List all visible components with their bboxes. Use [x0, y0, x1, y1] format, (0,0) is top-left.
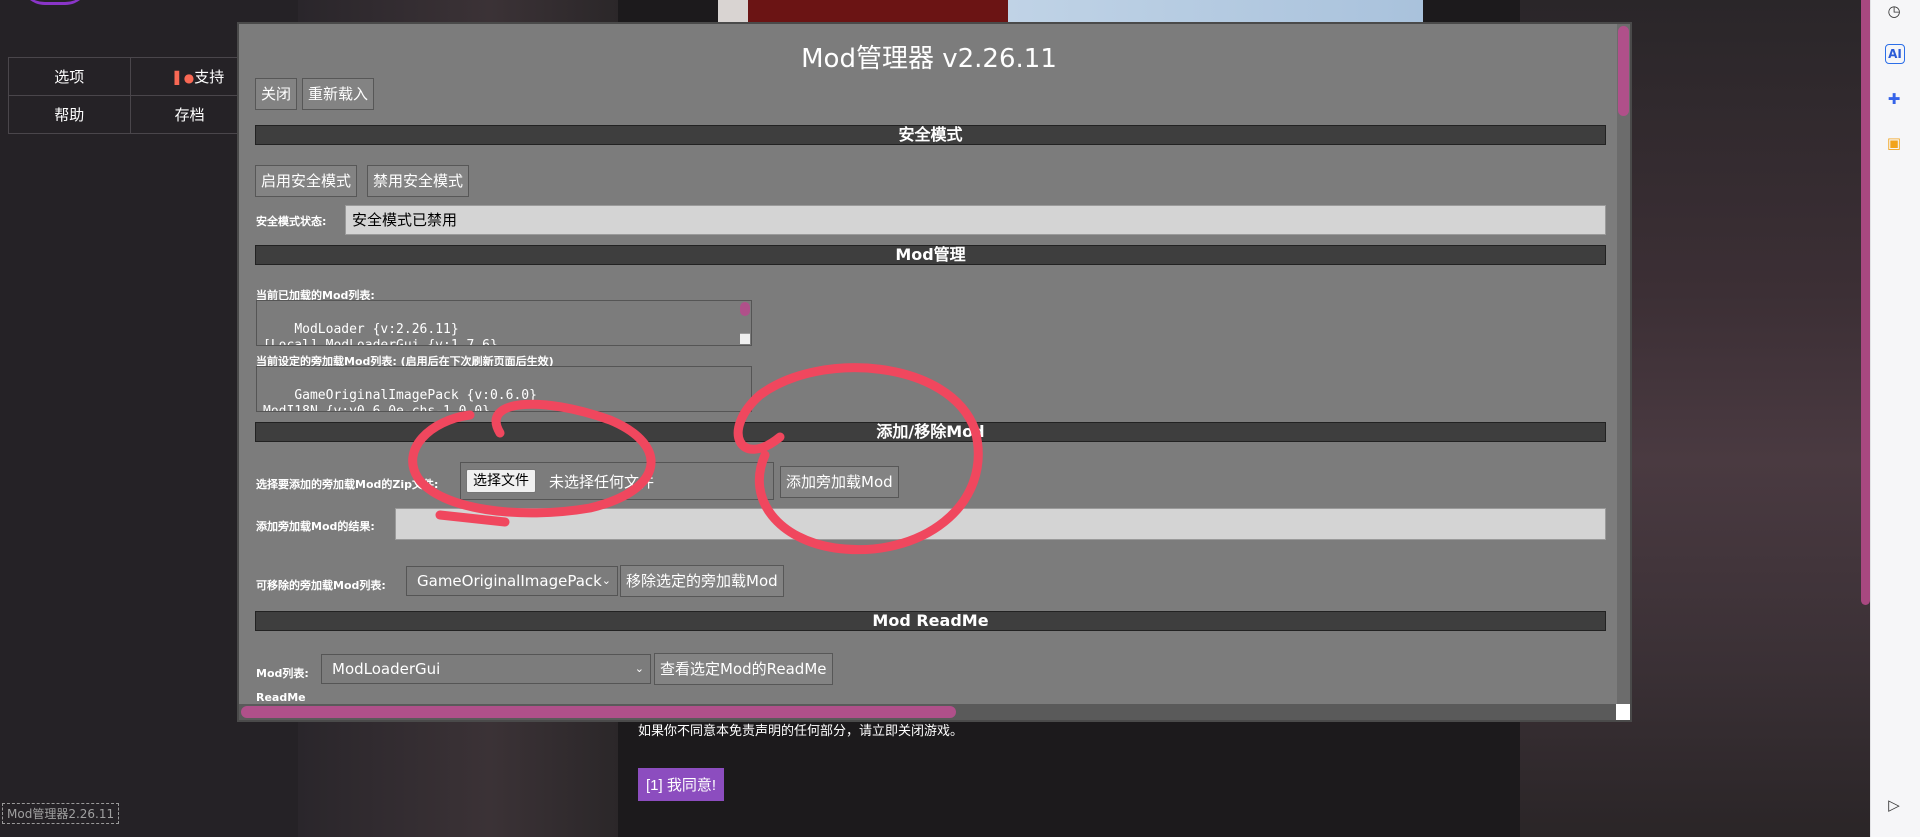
- file-picker[interactable]: 选择文件 未选择任何文件: [460, 462, 774, 500]
- chevron-down-icon: ⌄: [634, 662, 644, 675]
- view-readme-button[interactable]: 查看选定Mod的ReadMe: [654, 653, 833, 685]
- readme-label: ReadMe: [256, 691, 306, 704]
- page-scrollbar[interactable]: [1861, 0, 1870, 605]
- section-safe-mode: 安全模式: [255, 125, 1606, 145]
- section-add-remove: 添加/移除Mod: [255, 422, 1606, 442]
- nav-support-label: 支持: [194, 68, 225, 86]
- reload-button[interactable]: 重新载入: [302, 78, 375, 110]
- readme-selected-mod: ModLoaderGui: [332, 660, 441, 678]
- nav-help[interactable]: 帮助: [8, 95, 131, 134]
- mod-manager-toggle[interactable]: Mod管理器2.26.11: [2, 803, 120, 824]
- add-sideload-mod-button[interactable]: 添加旁加载Mod: [780, 466, 899, 498]
- dialog-horizontal-thumb[interactable]: [241, 706, 956, 718]
- loaded-mods-list[interactable]: ModLoader {v:2.26.11} [Local] ModLoaderG…: [256, 300, 752, 346]
- disclaimer-text: 如果你不同意本免责声明的任何部分，请立即关闭游戏。: [638, 724, 964, 739]
- add-result-label: 添加旁加载Mod的结果:: [256, 520, 375, 533]
- logo-arc: [20, 0, 90, 5]
- chevron-down-icon: ⌄: [601, 574, 611, 587]
- dialog-vertical-thumb[interactable]: [1618, 26, 1629, 116]
- removable-mods-select[interactable]: GameOriginalImagePack ⌄: [406, 566, 618, 596]
- browser-side-rail: [1870, 0, 1920, 837]
- collapse-icon[interactable]: ▷: [1883, 794, 1905, 816]
- banner-image: [718, 0, 1423, 24]
- loaded-mods-text: ModLoader {v:2.26.11} [Local] ModLoaderG…: [263, 322, 498, 346]
- close-button[interactable]: 关闭: [255, 78, 298, 110]
- no-file-status: 未选择任何文件: [549, 473, 655, 491]
- loaded-list-scrollbar[interactable]: [740, 302, 750, 316]
- safe-mode-status-field: 安全模式已禁用: [345, 205, 1606, 235]
- section-mod-manage: Mod管理: [255, 245, 1606, 265]
- enable-safe-mode-button[interactable]: 启用安全模式: [255, 165, 358, 197]
- ai-icon[interactable]: AI: [1885, 44, 1905, 64]
- readme-mod-select[interactable]: ModLoaderGui ⌄: [321, 654, 651, 684]
- agree-button[interactable]: [1] 我同意!: [638, 768, 725, 801]
- add-result-field: [395, 508, 1606, 540]
- disable-safe-mode-button[interactable]: 禁用安全模式: [367, 165, 470, 197]
- sideload-mods-text: GameOriginalImagePack {v:0.6.0} ModI18N …: [263, 388, 537, 412]
- removable-mods-label: 可移除的旁加载Mod列表:: [256, 579, 386, 592]
- nav-options[interactable]: 选项: [8, 57, 131, 96]
- dialog-vertical-scrollbar[interactable]: [1617, 24, 1630, 704]
- scrollbar-corner: [1616, 704, 1630, 720]
- mod-manager-dialog: Mod管理器 v2.26.11 关闭 重新载入 安全模式 启用安全模式 禁用安全…: [237, 22, 1632, 722]
- safe-mode-status-label: 安全模式状态:: [256, 215, 327, 228]
- dialog-horizontal-scrollbar[interactable]: [239, 704, 1619, 720]
- resize-grip-icon[interactable]: [740, 333, 750, 344]
- section-readme: Mod ReadMe: [255, 611, 1606, 631]
- patreon-icon: ▌●: [174, 71, 195, 85]
- mod-list-label: Mod列表:: [256, 667, 309, 680]
- clock-icon[interactable]: ◷: [1883, 0, 1905, 22]
- gamepad-icon[interactable]: ✚: [1883, 88, 1905, 110]
- toolbox-icon[interactable]: ▣: [1883, 132, 1905, 154]
- removable-selected-value: GameOriginalImagePack: [417, 572, 602, 590]
- remove-sideload-mod-button[interactable]: 移除选定的旁加载Mod: [620, 565, 784, 597]
- select-zip-label: 选择要添加的旁加载Mod的Zip文件:: [256, 478, 439, 491]
- sideload-mods-list[interactable]: GameOriginalImagePack {v:0.6.0} ModI18N …: [256, 366, 752, 412]
- dialog-title: Mod管理器 v2.26.11: [801, 44, 1057, 74]
- choose-file-button[interactable]: 选择文件: [466, 469, 536, 493]
